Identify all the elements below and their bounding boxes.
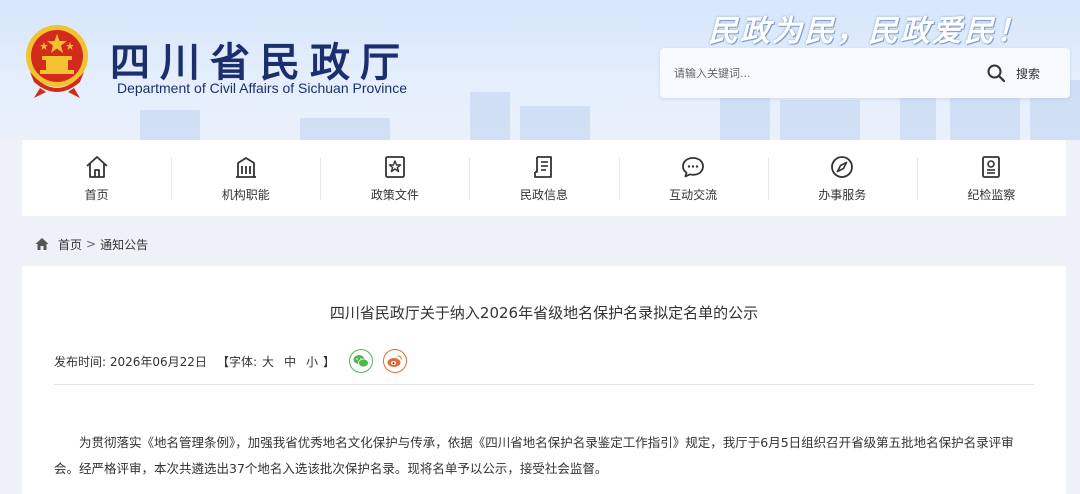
nav-item-services[interactable]: 办事服务 <box>767 140 917 216</box>
chat-icon <box>682 156 705 177</box>
font-size-large-button[interactable]: 大 <box>262 353 274 370</box>
breadcrumb: 首页 > 通知公告 <box>34 234 148 254</box>
nav-item-policy[interactable]: 政策文件 <box>320 140 469 216</box>
breadcrumb-home-link[interactable]: 首页 <box>58 236 82 253</box>
article-title: 四川省民政厅关于纳入2026年省级地名保护名录拟定名单的公示 <box>329 304 759 322</box>
search-button[interactable]: 搜索 <box>986 58 1066 88</box>
search-input[interactable] <box>674 61 974 85</box>
wechat-icon <box>353 355 369 368</box>
policy-star-icon <box>384 155 405 178</box>
share-wechat-button[interactable] <box>349 349 374 373</box>
nav-item-label: 机构职能 <box>221 187 270 202</box>
font-size-close: 】 <box>323 354 336 369</box>
home-icon <box>85 155 108 178</box>
document-icon <box>534 155 552 178</box>
font-size-medium-button[interactable]: 中 <box>284 353 296 370</box>
nav-item-label: 政策文件 <box>370 187 419 202</box>
weibo-icon <box>387 355 403 367</box>
compass-icon <box>831 155 854 178</box>
breadcrumb-current-link[interactable]: 通知公告 <box>100 236 148 253</box>
nav-item-interaction[interactable]: 互动交流 <box>618 140 768 216</box>
nav-item-label: 首页 <box>84 187 109 202</box>
skyline-building <box>300 118 390 140</box>
skyline-building <box>140 110 200 140</box>
article-panel: 四川省民政厅关于纳入2026年省级地名保护名录拟定名单的公示 发布时间: 202… <box>22 266 1066 494</box>
nav-item-label: 纪检监察 <box>967 187 1016 202</box>
meta-divider <box>54 384 1034 385</box>
site-slogan: 民政为民，民政爱民！ <box>708 14 1028 49</box>
publish-date: 发布时间: 2026年06月22日 <box>54 354 207 369</box>
skyline-building <box>780 100 860 140</box>
breadcrumb-separator: > <box>86 237 97 251</box>
main-nav: 首页 机构职能 政策文件 民政信息 互动交流 办事服务 纪检监察 <box>22 140 1066 216</box>
article-meta: 发布时间: 2026年06月22日 【字体: 大 中 小 】 <box>54 348 408 374</box>
nav-item-label: 办事服务 <box>818 187 867 202</box>
font-size-open: 【字体: <box>216 354 257 369</box>
home-icon <box>35 238 49 250</box>
share-weibo-button[interactable] <box>383 349 408 373</box>
nav-item-home[interactable]: 首页 <box>22 140 171 216</box>
skyline-building <box>950 94 1020 140</box>
nav-item-label: 民政信息 <box>519 187 568 202</box>
site-subtitle: Department of Civil Affairs of Sichuan P… <box>117 80 407 96</box>
search-bar: 搜索 <box>660 48 1070 98</box>
nav-item-organization[interactable]: 机构职能 <box>171 140 320 216</box>
skyline-building <box>520 106 590 140</box>
site-header: 四川省民政厅 Department of Civil Affairs of Si… <box>0 0 1080 140</box>
badge-icon <box>982 155 1001 178</box>
search-button-label: 搜索 <box>1016 66 1041 81</box>
nav-item-discipline[interactable]: 纪检监察 <box>916 140 1066 216</box>
search-icon <box>987 64 1006 83</box>
nav-item-info[interactable]: 民政信息 <box>469 140 618 216</box>
font-size-small-button[interactable]: 小 <box>306 353 318 370</box>
building-icon <box>235 156 256 178</box>
nav-item-label: 互动交流 <box>669 187 718 202</box>
skyline-building <box>470 92 510 140</box>
article-body-paragraph: 为贯彻落实《地名管理条例》，加强我省优秀地名文化保护与传承，依据《四川省地名保护… <box>54 435 1014 476</box>
national-emblem-icon <box>26 25 88 98</box>
